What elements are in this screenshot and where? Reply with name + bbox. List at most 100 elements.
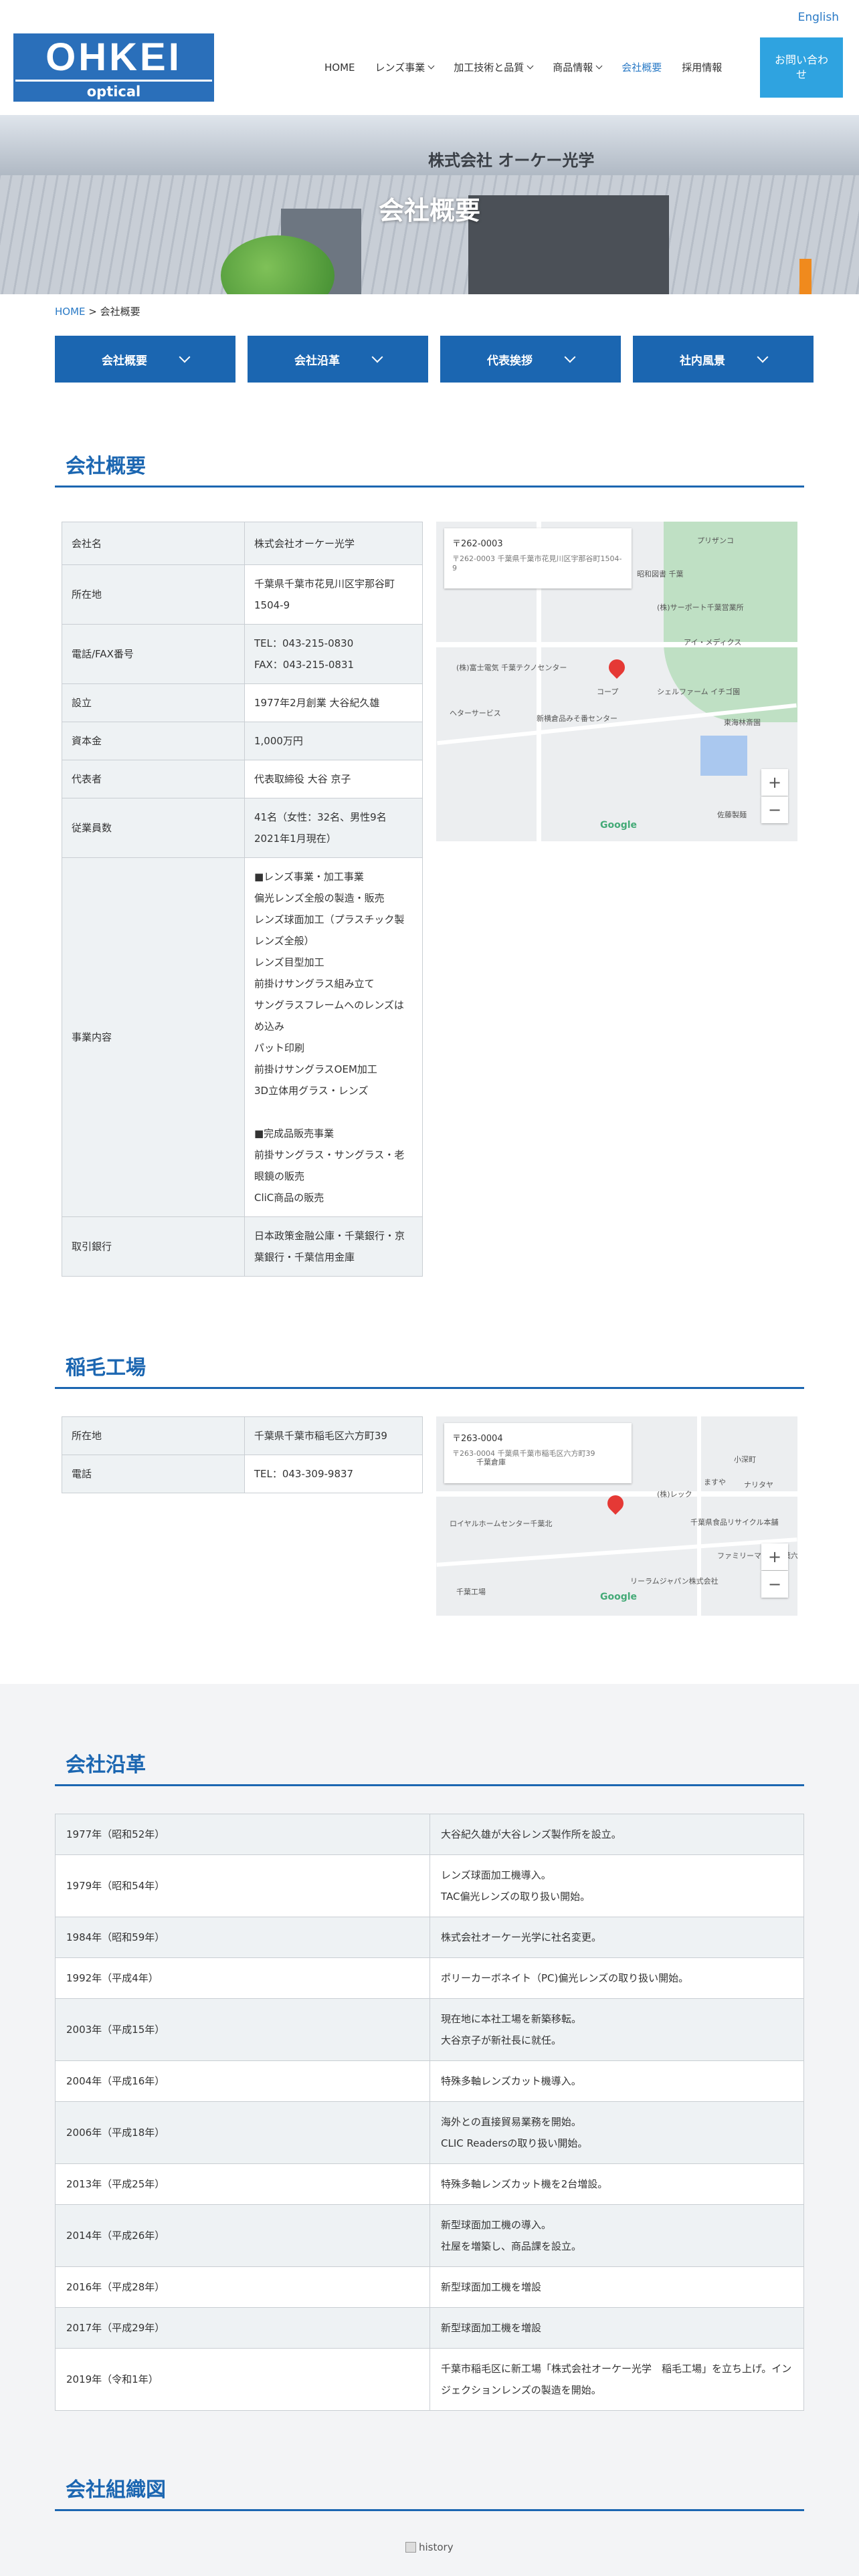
history-event: ポリーカーボネイト（PC)偏光レンズの取り扱い開始。 <box>430 1957 804 1999</box>
chevron-down-icon <box>179 351 191 363</box>
table-row: 2006年（平成18年） 海外との直接貿易業務を開始。 CLIC Readersの… <box>55 2101 804 2164</box>
google-logo: Google <box>600 1592 638 1602</box>
map-zoom-in-button[interactable]: + <box>761 769 788 796</box>
breadcrumb-home[interactable]: HOME <box>55 306 86 318</box>
tab-overview[interactable]: 会社概要 <box>55 336 235 383</box>
contact-button[interactable]: お問い合わせ <box>760 37 843 98</box>
map-poi: 東海林斎園 <box>724 718 761 727</box>
row-value: 1977年2月創業 大谷紀久雄 <box>244 683 423 722</box>
nav-company[interactable]: 会社概要 <box>611 60 672 74</box>
nav-home[interactable]: HOME <box>314 60 365 74</box>
section-tabs: 会社概要 会社沿革 代表挨拶 社内風景 <box>55 336 814 383</box>
hero-banner: 株式会社 オーケー光学 会社概要 <box>0 115 859 294</box>
nav-label: レンズ事業 <box>375 62 425 74</box>
nav-label: 商品情報 <box>553 62 593 74</box>
map-info-card[interactable]: 〒262-0003 〒262-0003 千葉県千葉市花見川区宇那谷町1504-9 <box>444 528 632 588</box>
table-row: 2016年（平成28年） 新型球面加工機を増設 <box>55 2266 804 2308</box>
tab-greeting[interactable]: 代表挨拶 <box>440 336 621 383</box>
map-pond <box>700 736 747 776</box>
map-poi: ロイヤルホームセンター千葉北 <box>450 1519 553 1528</box>
table-row: 2019年（令和1年） 千葉市稲毛区に新工場「株式会社オーケー光学 稲毛工場」を立… <box>55 2348 804 2411</box>
map-poi: (株)サーポート千葉営業所 <box>657 603 744 612</box>
nav-processing-quality[interactable]: 加工技術と品質 <box>444 60 543 74</box>
hero-traffic-cone <box>799 259 812 294</box>
map-poi: (株)富士電気 千葉テクノセンター <box>456 663 567 672</box>
tab-history[interactable]: 会社沿革 <box>248 336 428 383</box>
breadcrumb-separator: > <box>85 306 100 318</box>
ohkei-logo[interactable]: OHKEI optical <box>13 33 214 102</box>
row-label: 資本金 <box>62 722 245 760</box>
tab-label: 会社概要 <box>102 354 147 368</box>
nav-label: HOME <box>324 61 355 74</box>
breadcrumb: HOME > 会社概要 <box>55 304 140 318</box>
map-card-address: 〒262-0003 千葉県千葉市花見川区宇那谷町1504-9 <box>452 554 622 572</box>
row-value: 株式会社オーケー光学 <box>244 522 423 565</box>
tab-label: 会社沿革 <box>294 354 340 368</box>
history-event: 株式会社オーケー光学に社名変更。 <box>430 1917 804 1958</box>
row-label: 所在地 <box>62 1416 245 1455</box>
map-poi: ヘターサービス <box>450 709 501 718</box>
table-row: 取引銀行 日本政策金融公庫・千葉銀行・京葉銀行・千葉信用金庫 <box>62 1216 423 1277</box>
tab-office-scenes[interactable]: 社内風景 <box>633 336 814 383</box>
table-row: 事業内容 ■レンズ事業・加工事業 偏光レンズ全般の製造・販売 レンズ球面加工（プラ… <box>62 857 423 1217</box>
page-title: 会社概要 <box>378 196 480 225</box>
map-poi: ナリタヤ <box>744 1481 773 1489</box>
english-link[interactable]: English <box>798 11 839 24</box>
hero-building-sign: 株式会社 オーケー光学 <box>428 151 595 170</box>
table-row: 所在地 千葉県千葉市稲毛区六方町39 <box>62 1416 423 1455</box>
map-pin-icon[interactable] <box>605 656 628 679</box>
history-event: レンズ球面加工機導入。 TAC偏光レンズの取り扱い開始。 <box>430 1854 804 1917</box>
history-event: 特殊多軸レンズカット機を2台増設。 <box>430 2163 804 2205</box>
map-poi: 千葉県食品リサイクル本舗 <box>690 1518 779 1527</box>
history-event: 新型球面加工機を増設 <box>430 2266 804 2308</box>
nav-recruit[interactable]: 採用情報 <box>672 60 732 74</box>
overview-table: 会社名 株式会社オーケー光学 所在地 千葉県千葉市花見川区宇那谷町1504-9 電話… <box>62 522 423 1277</box>
table-row: 代表者 代表取締役 大谷 京子 <box>62 760 423 798</box>
map-poi: シェルファーム イチゴ園 <box>657 687 741 696</box>
chevron-down-icon <box>371 351 383 363</box>
history-year: 2019年（令和1年） <box>55 2348 430 2411</box>
history-year: 1977年（昭和52年） <box>55 1814 430 1855</box>
table-row: 1979年（昭和54年） レンズ球面加工機導入。 TAC偏光レンズの取り扱い開始。 <box>55 1854 804 1917</box>
map-road <box>436 642 797 647</box>
history-section-title: 会社沿革 <box>55 1748 804 1786</box>
map-zoom-out-button[interactable]: − <box>761 1571 788 1598</box>
history-year: 2006年（平成18年） <box>55 2101 430 2164</box>
row-label: 電話 <box>62 1455 245 1493</box>
map-info-card[interactable]: 〒263-0004 〒263-0004 千葉県千葉市稲毛区六方町39 <box>444 1423 632 1483</box>
history-event: 大谷紀久雄が大谷レンズ製作所を設立。 <box>430 1814 804 1855</box>
history-year: 2014年（平成26年） <box>55 2204 430 2267</box>
history-year: 2017年（平成29年） <box>55 2307 430 2349</box>
history-year: 1984年（昭和59年） <box>55 1917 430 1958</box>
table-row: 従業員数 41名（女性：32名、男性9名 2021年1月現在） <box>62 798 423 858</box>
nav-products[interactable]: 商品情報 <box>543 60 611 74</box>
map-zoom-out-button[interactable]: − <box>761 796 788 823</box>
row-value: 41名（女性：32名、男性9名 2021年1月現在） <box>244 798 423 858</box>
headquarters-map[interactable]: 〒262-0003 〒262-0003 千葉県千葉市花見川区宇那谷町1504-9… <box>436 522 797 841</box>
broken-image-icon <box>405 2542 416 2553</box>
table-row: 2013年（平成25年） 特殊多軸レンズカット機を2台増設。 <box>55 2163 804 2205</box>
map-poi: 千葉工場 <box>456 1588 486 1596</box>
tab-label: 代表挨拶 <box>487 354 533 368</box>
chevron-down-icon <box>595 62 603 70</box>
overview-section-title: 会社概要 <box>55 449 804 488</box>
row-label: 電話/FAX番号 <box>62 624 245 684</box>
table-row: 会社名 株式会社オーケー光学 <box>62 522 423 565</box>
nav-lens-business[interactable]: レンズ事業 <box>365 60 444 74</box>
history-event: 現在地に本社工場を新築移転。 大谷京子が新社長に就任。 <box>430 1998 804 2061</box>
history-year: 1979年（昭和54年） <box>55 1854 430 1917</box>
map-zoom-in-button[interactable]: + <box>761 1543 788 1570</box>
chevron-down-icon <box>564 351 576 363</box>
table-row: 設立 1977年2月創業 大谷紀久雄 <box>62 683 423 722</box>
row-label: 事業内容 <box>62 857 245 1217</box>
row-value: 千葉県千葉市花見川区宇那谷町1504-9 <box>244 564 423 625</box>
table-row: 1984年（昭和59年） 株式会社オーケー光学に社名変更。 <box>55 1917 804 1958</box>
map-poi: 千葉倉庫 <box>476 1458 506 1467</box>
breadcrumb-current: 会社概要 <box>100 306 140 318</box>
logo-subtext: optical <box>15 80 212 100</box>
org-chart-image: history <box>405 2541 454 2553</box>
history-event: 新型球面加工機の導入。 社屋を増築し、商品課を設立。 <box>430 2204 804 2267</box>
map-poi: 小深町 <box>734 1455 756 1464</box>
factory-map[interactable]: 〒263-0004 〒263-0004 千葉県千葉市稲毛区六方町39 小深町 ま… <box>436 1416 797 1616</box>
site-header: English OHKEI optical HOME レンズ事業 加工技術と品質… <box>0 0 859 115</box>
